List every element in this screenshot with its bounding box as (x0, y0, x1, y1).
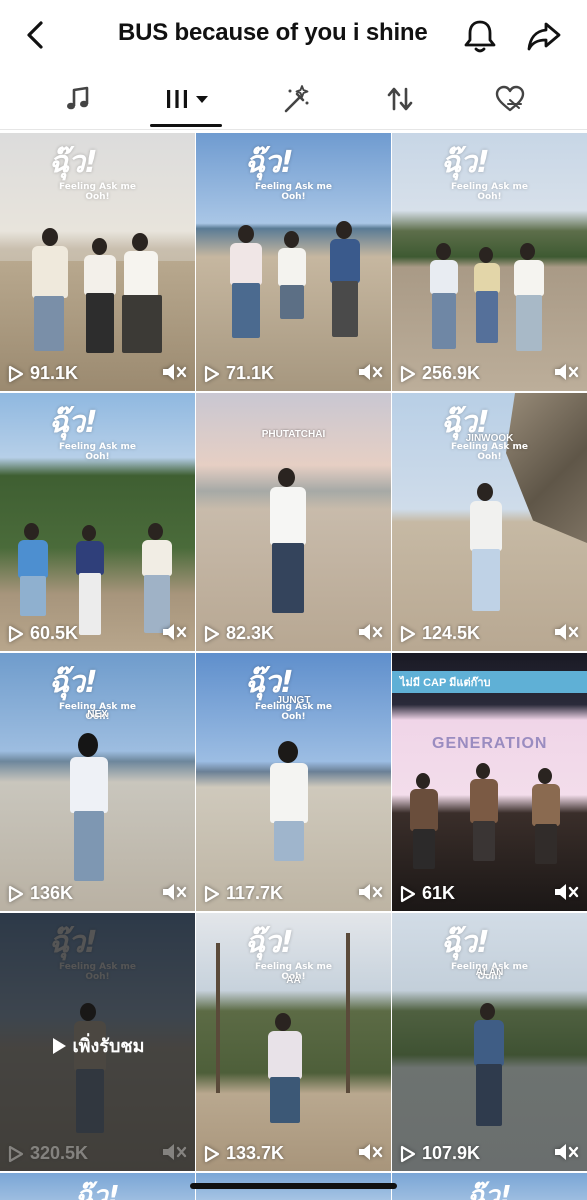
play-icon (400, 1145, 416, 1162)
chevron-down-icon (196, 96, 208, 103)
video-tile[interactable]: ฉุ๊ว! Feeling Ask me Ooh! JUNGT 117.7K (196, 653, 391, 911)
video-tile-partial[interactable]: ฉุ๊ว! (0, 1173, 195, 1200)
video-tile[interactable]: PHUTATCHAI 82.3K (196, 393, 391, 651)
chevron-left-icon (27, 21, 43, 49)
view-count: 107.9K (400, 1143, 480, 1164)
play-icon (400, 365, 416, 382)
show-logo: ฉุ๊ว!Feeling Ask me Ooh! (244, 665, 333, 722)
view-count: 136K (8, 883, 73, 904)
play-filled-icon (52, 1037, 66, 1054)
muted-speaker-icon[interactable] (357, 881, 383, 903)
stage-banner: ไม่มี CAP มีแต่ก๊าบ (392, 671, 587, 693)
view-count: 124.5K (400, 623, 480, 644)
video-tile[interactable]: ฉุ๊ว! Feeling Ask me Ooh! 91.1K (0, 133, 195, 391)
show-logo: ฉุ๊ว!Feeling Ask me Ooh! (440, 405, 529, 462)
profile-tabs (0, 68, 587, 130)
member-name-tag: AA (286, 975, 301, 986)
muted-speaker-icon[interactable] (553, 1141, 579, 1163)
video-tile-partial[interactable]: ฉุ๊ว! (392, 1173, 587, 1200)
tab-music[interactable] (52, 76, 104, 122)
member-name-tag: JINWOOK (465, 433, 514, 444)
view-count: 60.5K (8, 623, 78, 644)
muted-speaker-icon[interactable] (553, 361, 579, 383)
play-icon (400, 625, 416, 642)
hidden-heart-icon (495, 85, 525, 112)
notifications-button[interactable] (460, 16, 500, 56)
page-title: BUS because of you i shine (118, 19, 428, 46)
tab-liked[interactable] (484, 76, 536, 122)
video-tile[interactable]: ฉุ๊ว!Feeling Ask me Ooh! เพิ่งรับชม 320.… (0, 913, 195, 1171)
repost-icon (387, 87, 413, 111)
play-icon (8, 365, 24, 382)
muted-speaker-icon[interactable] (553, 881, 579, 903)
header: BUS because of you i shine (0, 0, 587, 68)
show-logo: ฉุ๊ว! (467, 1181, 512, 1200)
play-icon (8, 885, 24, 902)
share-button[interactable] (524, 16, 564, 56)
show-logo: ฉุ๊ว!Feeling Ask me Ooh! (48, 145, 137, 202)
tree-trunk (346, 933, 350, 1093)
view-count: 71.1K (204, 363, 274, 384)
member-name-tag: PHUTATCHAI (261, 429, 326, 440)
grid-lines-icon (167, 90, 187, 108)
view-count: 117.7K (204, 883, 283, 904)
share-arrow-icon (527, 22, 561, 51)
play-icon (8, 625, 24, 642)
home-indicator[interactable] (190, 1183, 397, 1189)
tab-videos[interactable] (156, 76, 218, 122)
show-logo: ฉุ๊ว! (75, 1181, 120, 1200)
view-count: 82.3K (204, 623, 274, 644)
play-icon (400, 885, 416, 902)
muted-speaker-icon[interactable] (161, 361, 187, 383)
play-icon (8, 1145, 24, 1162)
view-count: 61K (400, 883, 455, 904)
video-tile[interactable]: ฉุ๊ว! Feeling Ask me Ooh! 60.5K (0, 393, 195, 651)
video-tile[interactable]: ฉุ๊ว! Feeling Ask me Ooh! NEX 136K (0, 653, 195, 911)
muted-speaker-icon[interactable] (357, 1141, 383, 1163)
show-logo: ฉุ๊ว!Feeling Ask me Ooh! (48, 405, 137, 462)
show-logo: ฉุ๊ว!Feeling Ask me Ooh! (244, 925, 333, 982)
video-tile[interactable]: ฉุ๊ว! Feeling Ask me Ooh! AA 133.7K (196, 913, 391, 1171)
view-count: 133.7K (204, 1143, 284, 1164)
show-logo: ฉุ๊ว!Feeling Ask me Ooh! (244, 145, 333, 202)
play-icon (204, 365, 220, 382)
view-count: 91.1K (8, 363, 78, 384)
bell-icon (464, 20, 496, 53)
play-icon (204, 885, 220, 902)
recently-watched-label: เพิ่งรับชม (51, 1031, 144, 1060)
member-name-tag: NEX (87, 709, 108, 720)
muted-speaker-icon[interactable] (161, 881, 187, 903)
tab-reposts[interactable] (374, 76, 426, 122)
magic-wand-icon (284, 85, 309, 113)
tree-trunk (216, 943, 220, 1093)
muted-speaker-icon[interactable] (161, 1141, 187, 1163)
view-count: 320.5K (8, 1143, 88, 1164)
video-tile[interactable]: ไม่มี CAP มีแต่ก๊าบ GENERATION 61K (392, 653, 587, 911)
muted-speaker-icon[interactable] (357, 361, 383, 383)
member-name-tag: JUNGT (276, 695, 311, 706)
play-icon (204, 625, 220, 642)
video-tile[interactable]: ฉุ๊ว! Feeling Ask me Ooh! 256.9K (392, 133, 587, 391)
show-logo: ฉุ๊ว!Feeling Ask me Ooh! (440, 145, 529, 202)
back-button[interactable] (18, 18, 52, 52)
video-tile[interactable]: ฉุ๊ว! Feeling Ask me Ooh! ALAN 107.9K (392, 913, 587, 1171)
member-name-tag: ALAN (475, 967, 504, 978)
muted-speaker-icon[interactable] (161, 621, 187, 643)
video-tile[interactable]: ฉุ๊ว! Feeling Ask me Ooh! JINWOOK 124.5K (392, 393, 587, 651)
tab-effects[interactable] (270, 76, 322, 122)
play-icon (204, 1145, 220, 1162)
view-count: 256.9K (400, 363, 480, 384)
music-note-icon (67, 86, 89, 110)
active-tab-indicator (150, 124, 222, 127)
muted-speaker-icon[interactable] (357, 621, 383, 643)
muted-speaker-icon[interactable] (553, 621, 579, 643)
stage-screen-text: GENERATION (432, 735, 548, 752)
video-tile[interactable]: ฉุ๊ว! Feeling Ask me Ooh! 71.1K (196, 133, 391, 391)
